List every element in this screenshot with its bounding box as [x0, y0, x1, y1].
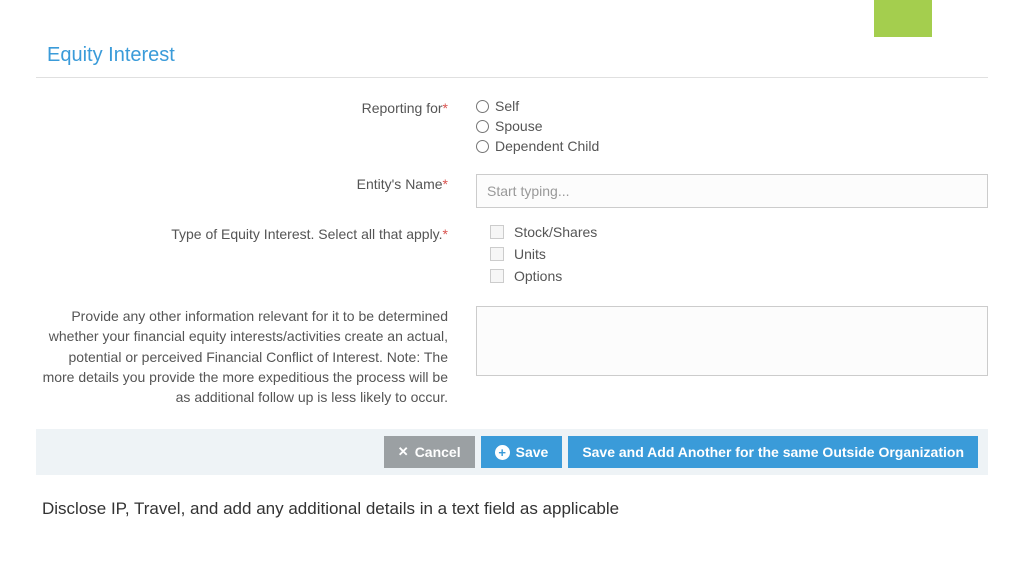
label-entity-name: Entity's Name* — [36, 174, 476, 208]
row-equity-type: Type of Equity Interest. Select all that… — [36, 224, 988, 290]
radio-input-dependent-child[interactable] — [476, 140, 489, 153]
label-text: Reporting for — [362, 100, 443, 116]
row-reporting-for: Reporting for* Self Spouse Dependent Chi… — [36, 98, 988, 158]
required-asterisk: * — [443, 176, 448, 192]
required-asterisk: * — [443, 226, 448, 242]
equity-type-options: Stock/Shares Units Options — [476, 224, 988, 290]
checkbox-label: Stock/Shares — [514, 224, 597, 240]
radio-self[interactable]: Self — [476, 98, 988, 114]
entity-name-input[interactable] — [476, 174, 988, 208]
checkbox-icon[interactable] — [490, 269, 504, 283]
cancel-button[interactable]: ✕ Cancel — [384, 436, 475, 468]
save-and-add-button[interactable]: Save and Add Another for the same Outsid… — [568, 436, 978, 468]
checkbox-stock-shares[interactable]: Stock/Shares — [476, 224, 988, 240]
button-label: Cancel — [415, 444, 461, 460]
decorative-block — [874, 0, 932, 37]
plus-icon: + — [495, 445, 510, 460]
radio-label: Dependent Child — [495, 138, 599, 154]
label-text: Entity's Name — [357, 176, 443, 192]
radio-label: Self — [495, 98, 519, 114]
radio-input-self[interactable] — [476, 100, 489, 113]
label-other-info: Provide any other information relevant f… — [36, 306, 476, 407]
radio-input-spouse[interactable] — [476, 120, 489, 133]
row-other-info: Provide any other information relevant f… — [36, 306, 988, 407]
footer-note: Disclose IP, Travel, and add any additio… — [36, 475, 988, 543]
radio-dependent-child[interactable]: Dependent Child — [476, 138, 988, 154]
required-asterisk: * — [443, 100, 448, 116]
reporting-for-options: Self Spouse Dependent Child — [476, 98, 988, 158]
checkbox-units[interactable]: Units — [476, 246, 988, 262]
label-text: Type of Equity Interest. Select all that… — [171, 226, 442, 242]
save-button[interactable]: + Save — [481, 436, 563, 468]
x-icon: ✕ — [398, 444, 409, 460]
checkbox-icon[interactable] — [490, 247, 504, 261]
checkbox-label: Options — [514, 268, 562, 284]
label-equity-type: Type of Equity Interest. Select all that… — [36, 224, 476, 290]
button-label: Save and Add Another for the same Outsid… — [582, 444, 964, 460]
button-bar: ✕ Cancel + Save Save and Add Another for… — [36, 429, 988, 475]
button-label: Save — [516, 444, 549, 460]
other-info-textarea[interactable] — [476, 306, 988, 376]
row-entity-name: Entity's Name* — [36, 174, 988, 208]
checkbox-icon[interactable] — [490, 225, 504, 239]
radio-label: Spouse — [495, 118, 542, 134]
checkbox-label: Units — [514, 246, 546, 262]
section-title: Equity Interest — [36, 0, 988, 78]
label-reporting-for: Reporting for* — [36, 98, 476, 158]
checkbox-options[interactable]: Options — [476, 268, 988, 284]
radio-spouse[interactable]: Spouse — [476, 118, 988, 134]
